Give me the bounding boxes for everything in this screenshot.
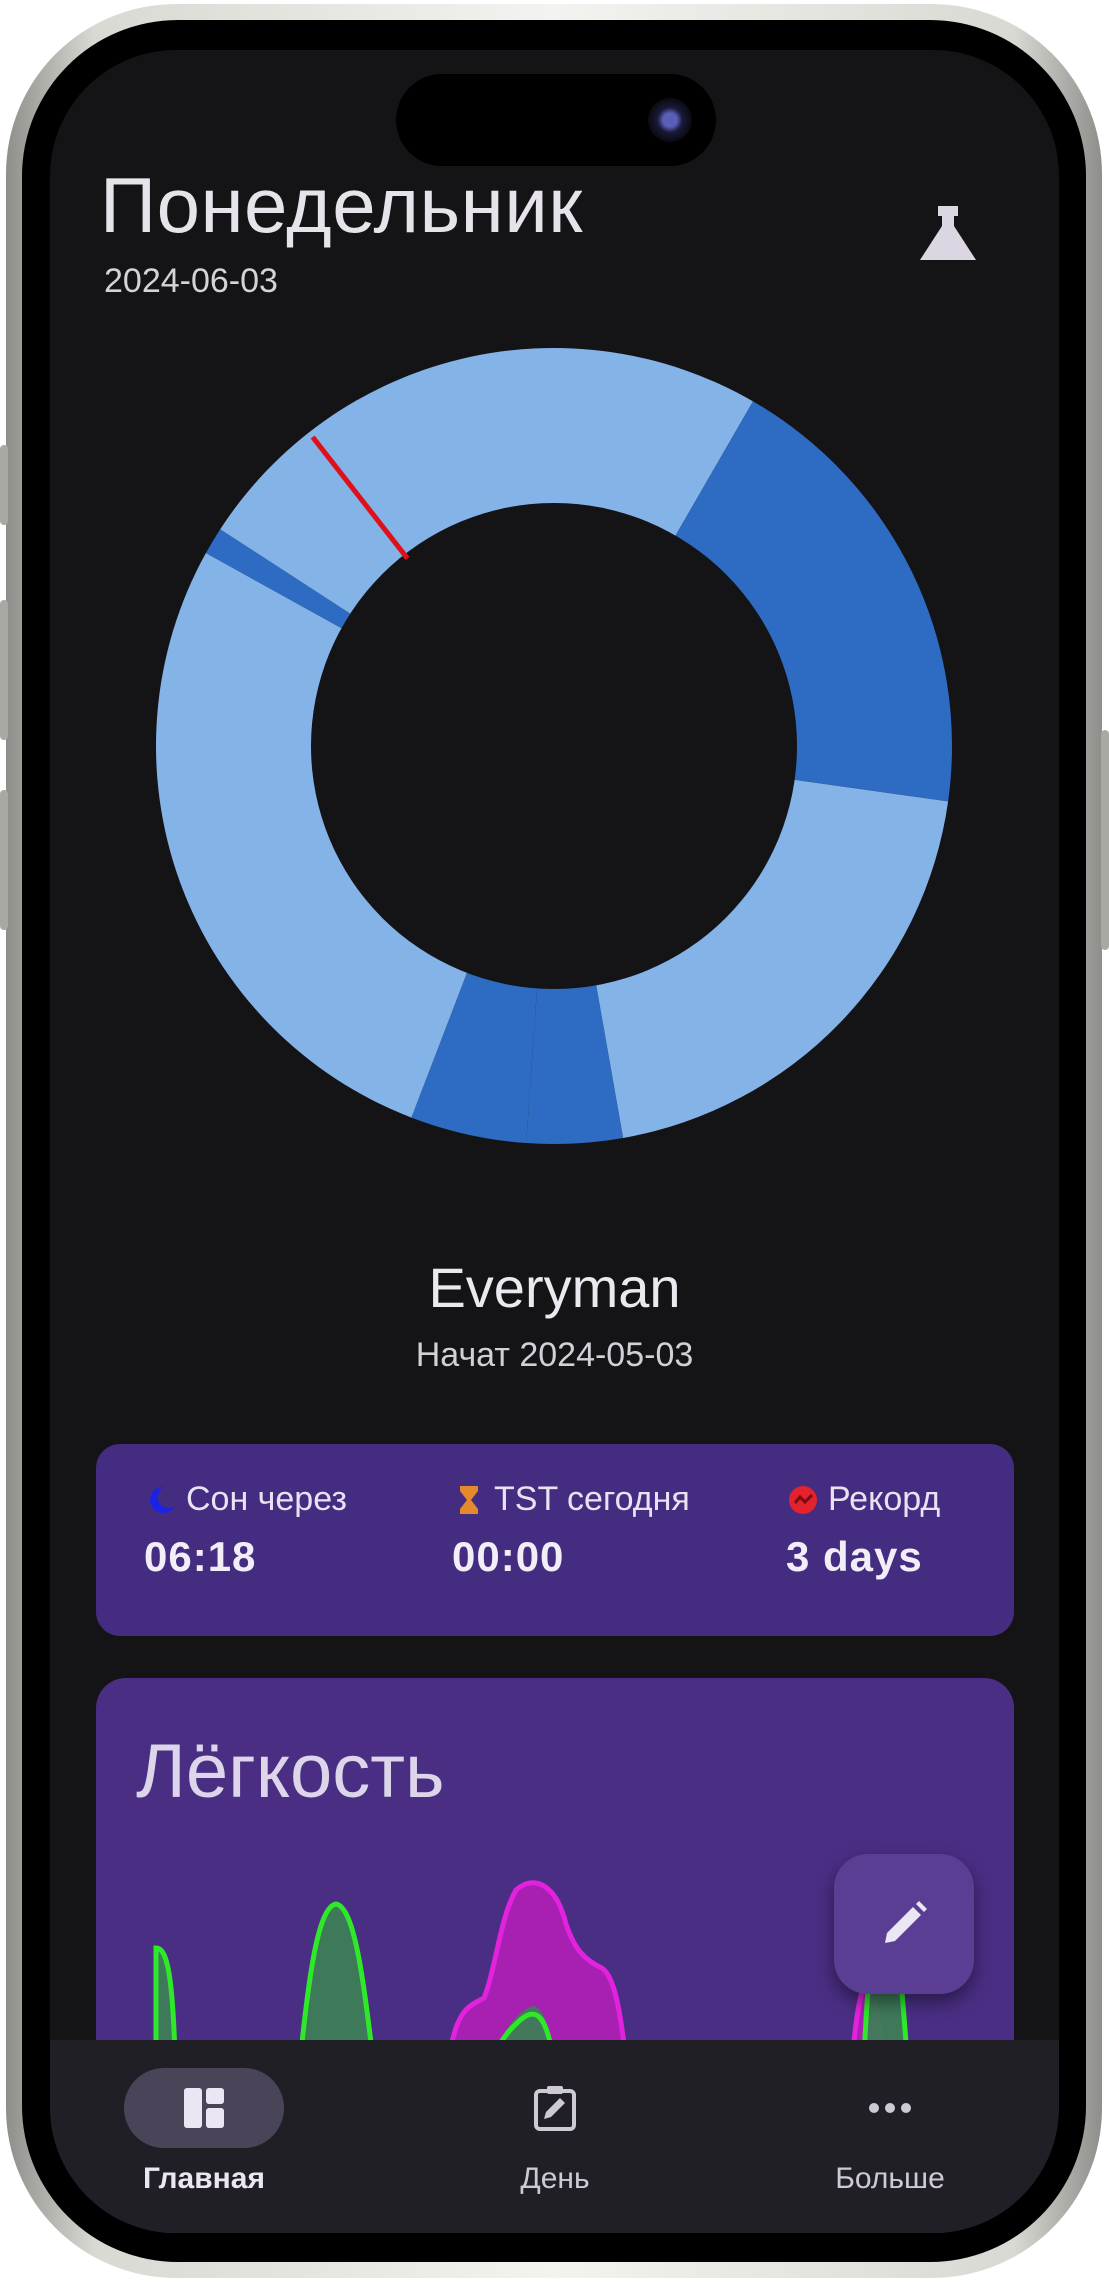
pencil-icon xyxy=(885,1901,927,1943)
more-dots-icon xyxy=(869,2103,911,2113)
stat-tst-label: TST сегодня xyxy=(494,1480,690,1518)
stat-sleep-in: Сон через 06:18 xyxy=(144,1480,347,1581)
page-title: Понедельник xyxy=(100,161,583,249)
stats-card: Сон через 06:18 TST сегодня 00:00 Рекорд… xyxy=(96,1444,1014,1636)
phone-side-button-volume-up xyxy=(0,600,8,740)
sleep-schedule-donut xyxy=(156,348,953,1144)
schedule-start-date: Начат 2024-05-03 xyxy=(415,1336,694,1374)
nav-pill-more xyxy=(810,2068,970,2148)
nav-pill-day xyxy=(475,2068,635,2148)
lightness-title: Лёгкость xyxy=(136,1729,445,1814)
app-screen: Понедельник 2024-06-03 Everyman Начат 20… xyxy=(50,50,1059,2233)
stat-sleep-in-label: Сон через xyxy=(186,1480,347,1518)
nav-label-home: Главная xyxy=(142,2162,265,2195)
hourglass-icon xyxy=(460,1485,478,1514)
dashboard-icon xyxy=(184,2088,224,2128)
dynamic-island xyxy=(396,74,716,166)
phone-side-button-mute xyxy=(0,445,8,525)
stat-record: Рекорд 3 days xyxy=(786,1480,940,1581)
stat-tst-value: 00:00 xyxy=(452,1533,565,1580)
edit-fab-button[interactable] xyxy=(834,1854,974,1994)
donut-hole xyxy=(311,503,797,989)
nav-label-day: День xyxy=(520,2162,590,2195)
nav-item-home[interactable]: Главная xyxy=(94,2068,314,2196)
clipboard-edit-icon xyxy=(534,2086,576,2131)
stat-record-label: Рекорд xyxy=(828,1480,941,1518)
bottom-navigation: Главная День Больше xyxy=(50,2040,1059,2233)
nav-pill-home xyxy=(124,2068,284,2148)
moon-icon xyxy=(150,1486,174,1513)
flask-icon[interactable] xyxy=(912,196,984,268)
record-icon xyxy=(789,1485,817,1514)
stat-sleep-in-value: 06:18 xyxy=(144,1533,257,1580)
nav-item-day[interactable]: День xyxy=(445,2068,665,2196)
phone-side-button-volume-down xyxy=(0,790,8,930)
nav-label-more: Больше xyxy=(835,2162,945,2195)
stat-record-value: 3 days xyxy=(786,1533,923,1580)
page-date: 2024-06-03 xyxy=(104,262,278,300)
stat-tst-today: TST сегодня 00:00 xyxy=(452,1480,690,1581)
phone-side-button-power xyxy=(1101,730,1109,950)
nav-item-more[interactable]: Больше xyxy=(780,2068,1000,2196)
front-camera xyxy=(648,98,692,142)
schedule-name: Everyman xyxy=(428,1256,681,1319)
